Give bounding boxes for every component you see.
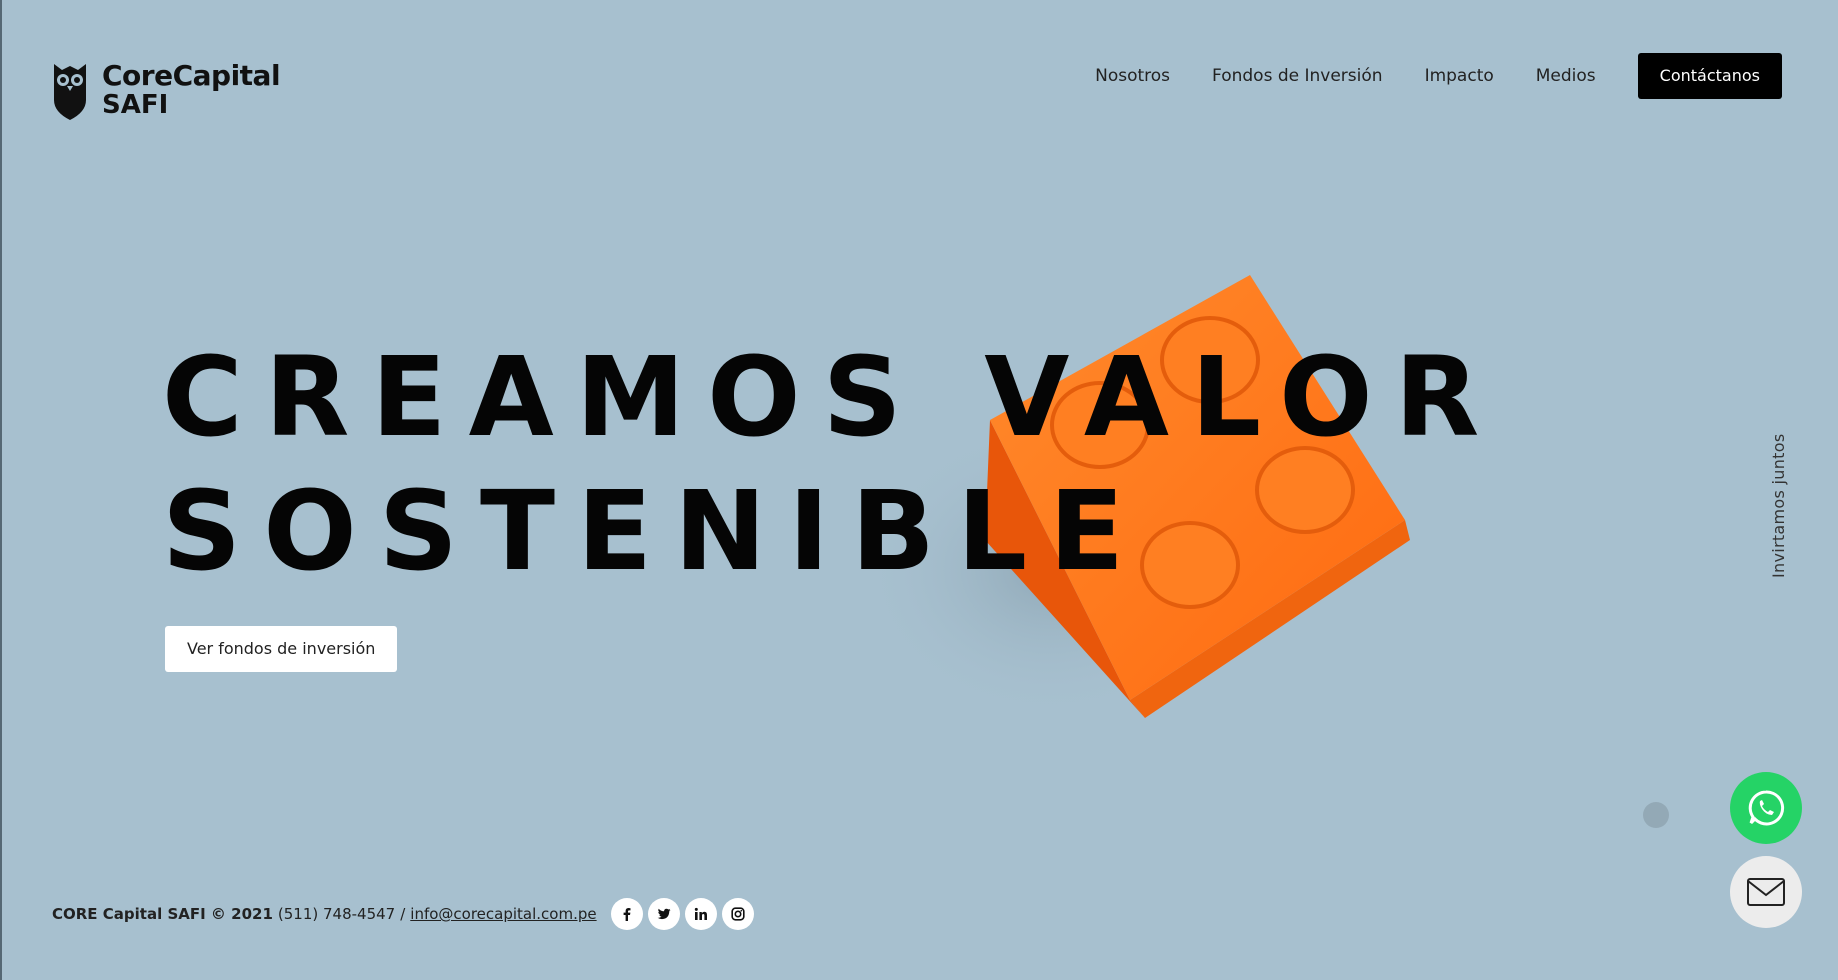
hero-title: CREAMOS VALOR SOSTENIBLE	[162, 330, 1501, 598]
nav-item-impacto[interactable]: Impacto	[1425, 66, 1494, 86]
nav-item-medios[interactable]: Medios	[1536, 66, 1596, 86]
social-links	[610, 898, 754, 930]
left-edge-line	[0, 0, 2, 980]
hero-title-line-2: SOSTENIBLE	[162, 467, 1147, 595]
contact-button[interactable]: Contáctanos	[1637, 53, 1782, 99]
whatsapp-icon	[1748, 790, 1785, 826]
hero-title-line-1: CREAMOS VALOR	[162, 333, 1502, 461]
main-nav: Nosotros Fondos de Inversión Impacto Med…	[1053, 53, 1782, 99]
logo-text: CoreCapital SAFI	[102, 59, 281, 120]
footer-separator: /	[400, 905, 406, 923]
twitter-icon	[657, 908, 671, 920]
side-vertical-text[interactable]: Invirtamos juntos	[1769, 434, 1788, 578]
linkedin-icon	[694, 907, 707, 920]
nav-item-fondos[interactable]: Fondos de Inversión	[1212, 66, 1383, 86]
footer-copyright: CORE Capital SAFI © 2021	[52, 905, 273, 923]
nav-item-nosotros[interactable]: Nosotros	[1095, 66, 1170, 86]
facebook-link[interactable]	[610, 898, 643, 930]
whatsapp-button[interactable]	[1730, 772, 1802, 844]
footer: CORE Capital SAFI © 2021 (511) 748-4547 …	[52, 898, 754, 930]
linkedin-link[interactable]	[684, 898, 717, 930]
email-button[interactable]	[1730, 856, 1802, 928]
twitter-link[interactable]	[647, 898, 680, 930]
facebook-icon	[623, 908, 631, 921]
logo-subtitle: SAFI	[102, 90, 169, 120]
footer-email-link[interactable]: info@corecapital.com.pe	[410, 905, 596, 923]
logo-title: CoreCapital	[102, 59, 281, 92]
instagram-icon	[731, 907, 745, 921]
owl-shield-icon	[54, 64, 86, 120]
slider-dot[interactable]	[1643, 802, 1669, 828]
view-funds-button[interactable]: Ver fondos de inversión	[165, 626, 398, 672]
instagram-link[interactable]	[721, 898, 754, 930]
logo[interactable]: CoreCapital SAFI	[52, 59, 281, 120]
mail-icon	[1747, 878, 1785, 906]
footer-phone: (511) 748-4547	[277, 905, 396, 923]
